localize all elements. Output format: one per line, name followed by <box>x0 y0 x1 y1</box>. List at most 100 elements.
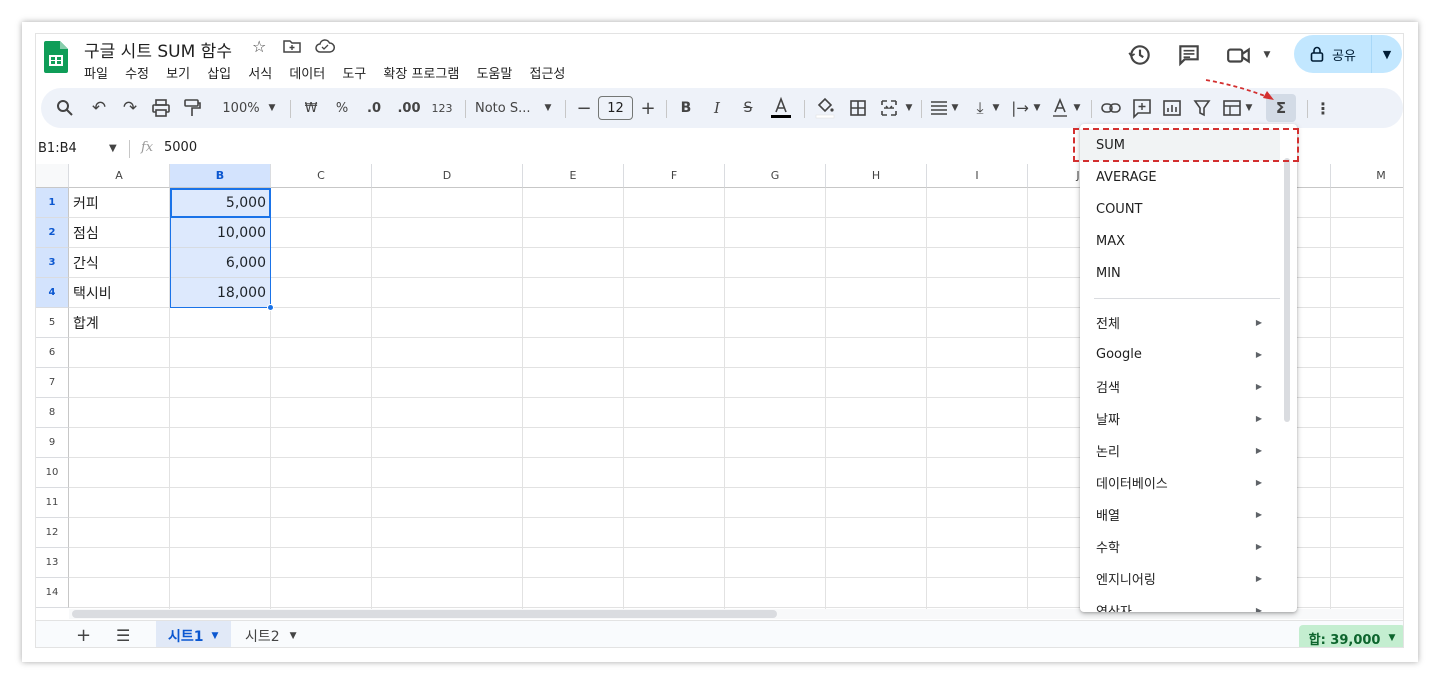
menu-file[interactable]: 파일 <box>84 67 108 82</box>
text-color-icon[interactable] <box>768 88 794 128</box>
fn-menu-scrollbar[interactable] <box>1284 158 1290 422</box>
menu-edit[interactable]: 수정 <box>125 67 149 82</box>
halign-dropdown-icon[interactable]: ▼ <box>949 88 961 128</box>
undo-icon[interactable]: ↶ <box>87 88 111 128</box>
row-header-12[interactable]: 12 <box>36 518 69 548</box>
wrap-dropdown-icon[interactable]: ▼ <box>1031 88 1043 128</box>
paint-format-icon[interactable] <box>181 88 203 128</box>
fn-menu-item-min[interactable]: MIN <box>1080 257 1280 289</box>
row-header-13[interactable]: 13 <box>36 548 69 578</box>
font-size-decrease-button[interactable]: − <box>575 88 593 128</box>
borders-icon[interactable] <box>847 88 869 128</box>
merge-cells-icon[interactable] <box>878 88 900 128</box>
cell-a5[interactable]: 합계 <box>69 308 170 338</box>
fn-category-date[interactable]: 날짜 ▶ <box>1080 402 1280 434</box>
sheet-tab-2-dropdown-icon[interactable]: ▼ <box>290 631 297 641</box>
italic-icon[interactable]: I <box>706 88 728 128</box>
menu-insert[interactable]: 삽입 <box>207 67 231 82</box>
column-header-h[interactable]: H <box>826 164 927 188</box>
zoom-dropdown-icon[interactable]: ▼ <box>265 88 279 128</box>
cell-a2[interactable]: 점심 <box>69 218 170 248</box>
column-header-g[interactable]: G <box>725 164 826 188</box>
move-folder-icon[interactable] <box>283 39 301 53</box>
select-all-corner[interactable] <box>36 164 69 188</box>
sheet-tab-1-dropdown-icon[interactable]: ▼ <box>212 631 219 641</box>
sheet-tab-1[interactable]: 시트1 ▼ <box>156 621 231 647</box>
comments-icon[interactable] <box>1176 42 1202 68</box>
fn-category-array[interactable]: 배열 ▶ <box>1080 498 1280 530</box>
row-header-1[interactable]: 1 <box>36 188 69 218</box>
add-sheet-icon[interactable]: + <box>76 621 96 647</box>
menu-extensions[interactable]: 확장 프로그램 <box>383 67 459 82</box>
fn-category-lookup[interactable]: 검색 ▶ <box>1080 370 1280 402</box>
share-button[interactable]: 공유 ▼ <box>1294 35 1402 73</box>
menu-format[interactable]: 서식 <box>248 67 272 82</box>
meet-video-icon[interactable] <box>1226 42 1252 68</box>
fn-category-all[interactable]: 전체 ▶ <box>1080 306 1280 338</box>
strikethrough-icon[interactable]: S <box>737 88 759 128</box>
horizontal-scrollbar-thumb[interactable] <box>72 610 777 618</box>
sheet-tab-2[interactable]: 시트2 ▼ <box>241 621 306 647</box>
insert-link-icon[interactable] <box>1099 88 1123 128</box>
document-title[interactable]: 구글 시트 SUM 함수 <box>84 37 232 62</box>
font-size-input[interactable]: 12 <box>598 96 633 120</box>
zoom-select[interactable]: 100% <box>219 88 263 128</box>
merge-dropdown-icon[interactable]: ▼ <box>903 88 915 128</box>
column-header-d[interactable]: D <box>372 164 523 188</box>
percent-format-button[interactable]: % <box>331 88 353 128</box>
row-header-10[interactable]: 10 <box>36 458 69 488</box>
rotation-dropdown-icon[interactable]: ▼ <box>1071 88 1083 128</box>
font-size-increase-button[interactable]: + <box>639 88 657 128</box>
currency-format-button[interactable]: ₩ <box>300 88 322 128</box>
menu-accessibility[interactable]: 접근성 <box>529 67 565 82</box>
sum-dropdown-icon[interactable]: ▼ <box>1388 633 1395 643</box>
cloud-status-icon[interactable] <box>315 39 335 53</box>
fn-category-engineering[interactable]: 엔지니어링 ▶ <box>1080 562 1280 594</box>
menu-view[interactable]: 보기 <box>166 67 190 82</box>
star-icon[interactable]: ☆ <box>252 37 266 56</box>
row-header-6[interactable]: 6 <box>36 338 69 368</box>
cell-a3[interactable]: 간식 <box>69 248 170 278</box>
insert-comment-icon[interactable] <box>1131 88 1153 128</box>
menu-help[interactable]: 도움말 <box>476 67 512 82</box>
fill-handle[interactable] <box>267 304 274 311</box>
row-header-3[interactable]: 3 <box>36 248 69 278</box>
text-wrapping-icon[interactable]: |→ <box>1009 88 1031 128</box>
version-history-icon[interactable] <box>1127 42 1153 68</box>
row-header-7[interactable]: 7 <box>36 368 69 398</box>
more-options-icon[interactable]: ⋮ <box>1313 88 1333 128</box>
fn-menu-item-max[interactable]: MAX <box>1080 225 1280 257</box>
fn-menu-item-average[interactable]: AVERAGE <box>1080 161 1280 193</box>
fill-color-icon[interactable] <box>813 88 837 128</box>
all-sheets-icon[interactable]: ☰ <box>116 621 136 647</box>
formula-input[interactable]: 5000 <box>164 140 197 155</box>
valign-dropdown-icon[interactable]: ▼ <box>990 88 1002 128</box>
column-header-m[interactable]: M <box>1331 164 1403 188</box>
selection-sum-badge[interactable]: 합: 39,000 ▼ <box>1299 625 1403 647</box>
bold-icon[interactable]: B <box>675 88 697 128</box>
row-header-11[interactable]: 11 <box>36 488 69 518</box>
fn-menu-item-count[interactable]: COUNT <box>1080 193 1280 225</box>
column-header-b[interactable]: B <box>170 164 271 188</box>
row-header-4[interactable]: 4 <box>36 278 69 308</box>
row-header-14[interactable]: 14 <box>36 578 69 608</box>
share-dropdown-icon[interactable]: ▼ <box>1372 48 1402 61</box>
print-icon[interactable] <box>150 88 172 128</box>
column-header-a[interactable]: A <box>69 164 170 188</box>
search-menus-icon[interactable] <box>55 88 75 128</box>
increase-decimal-button[interactable]: .00 <box>395 88 423 128</box>
row-header-8[interactable]: 8 <box>36 398 69 428</box>
column-header-e[interactable]: E <box>523 164 624 188</box>
cell-a4[interactable]: 택시비 <box>69 278 170 308</box>
vertical-align-icon[interactable]: ⤓ <box>969 88 991 128</box>
row-header-2[interactable]: 2 <box>36 218 69 248</box>
font-dropdown-icon[interactable]: ▼ <box>541 88 555 128</box>
fn-category-math[interactable]: 수학 ▶ <box>1080 530 1280 562</box>
name-box-dropdown-icon[interactable]: ▼ <box>109 143 117 154</box>
row-header-9[interactable]: 9 <box>36 428 69 458</box>
decrease-decimal-button[interactable]: .0 <box>362 88 386 128</box>
insert-chart-icon[interactable] <box>1161 88 1183 128</box>
meet-dropdown-icon[interactable]: ▼ <box>1254 42 1280 68</box>
column-header-i[interactable]: I <box>927 164 1028 188</box>
redo-icon[interactable]: ↷ <box>118 88 142 128</box>
